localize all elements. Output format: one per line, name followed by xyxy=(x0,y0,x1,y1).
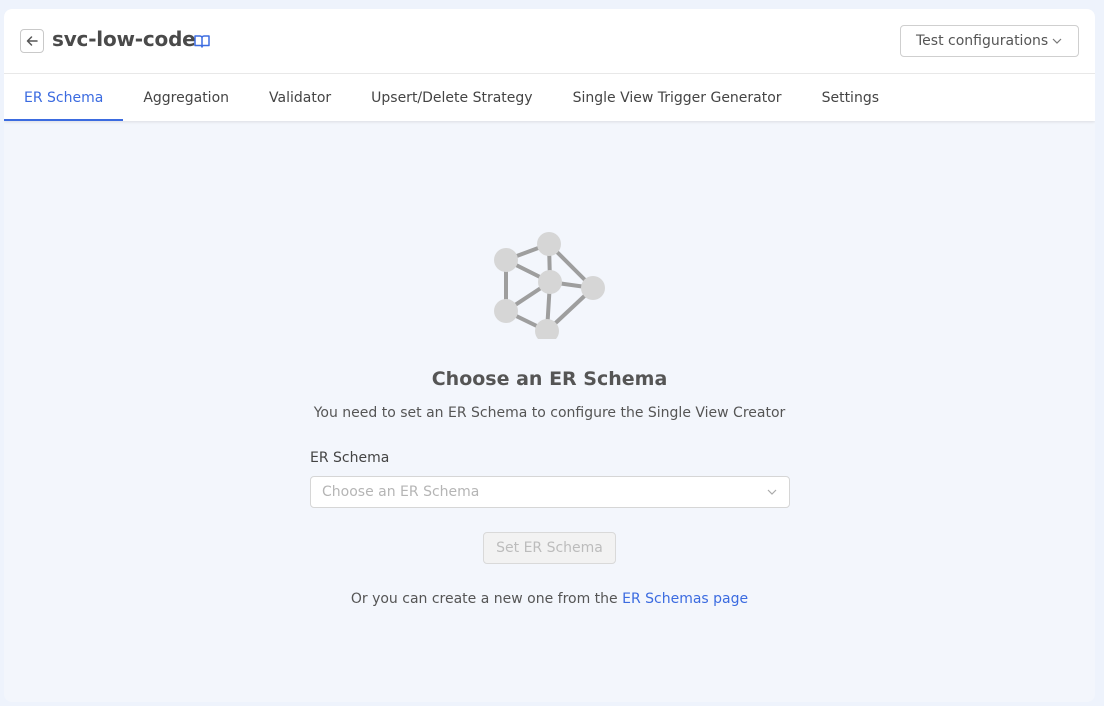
tab-er-schema[interactable]: ER Schema xyxy=(4,74,124,121)
graph-nodes-icon xyxy=(494,232,605,339)
test-configurations-button[interactable]: Test configurations xyxy=(900,25,1079,57)
test-configurations-label: Test configurations xyxy=(916,33,1049,49)
empty-state-subtitle: You need to set an ER Schema to configur… xyxy=(313,405,786,421)
create-hint: Or you can create a new one from the ER … xyxy=(4,591,1095,607)
tab-settings[interactable]: Settings xyxy=(802,74,899,121)
page-title: svc-low-code xyxy=(52,27,196,51)
tab-upsert-delete-strategy[interactable]: Upsert/Delete Strategy xyxy=(351,74,552,121)
book-icon[interactable] xyxy=(193,33,211,49)
back-button[interactable] xyxy=(20,29,44,53)
er-schema-field-label: ER Schema xyxy=(310,450,390,466)
empty-state-title: Choose an ER Schema xyxy=(431,368,668,390)
tab-label: Single View Trigger Generator xyxy=(572,89,782,106)
page-header: svc-low-code Test configurations ER Sche… xyxy=(4,9,1095,121)
set-er-schema-button[interactable]: Set ER Schema xyxy=(483,532,616,564)
tab-label: Validator xyxy=(269,89,332,106)
tab-label: Settings xyxy=(821,89,879,106)
er-schema-select-placeholder: Choose an ER Schema xyxy=(322,484,480,500)
tab-label: Upsert/Delete Strategy xyxy=(371,89,533,106)
arrow-left-icon xyxy=(26,36,38,46)
tab-aggregation[interactable]: Aggregation xyxy=(123,74,249,121)
tab-bar: ER Schema Aggregation Validator Upsert/D… xyxy=(4,74,899,121)
create-hint-text: Or you can create a new one from the xyxy=(350,591,623,607)
er-schemas-page-link[interactable]: ER Schemas page xyxy=(622,591,748,607)
tab-label: Aggregation xyxy=(143,89,230,106)
tab-validator[interactable]: Validator xyxy=(249,74,351,121)
chevron-down-icon xyxy=(767,489,777,495)
tab-label: ER Schema xyxy=(24,89,104,106)
app-frame: svc-low-code Test configurations ER Sche… xyxy=(4,9,1095,702)
chevron-down-icon xyxy=(1052,38,1062,44)
er-schema-select[interactable]: Choose an ER Schema xyxy=(310,476,790,508)
tab-single-view-trigger-generator[interactable]: Single View Trigger Generator xyxy=(553,74,802,121)
